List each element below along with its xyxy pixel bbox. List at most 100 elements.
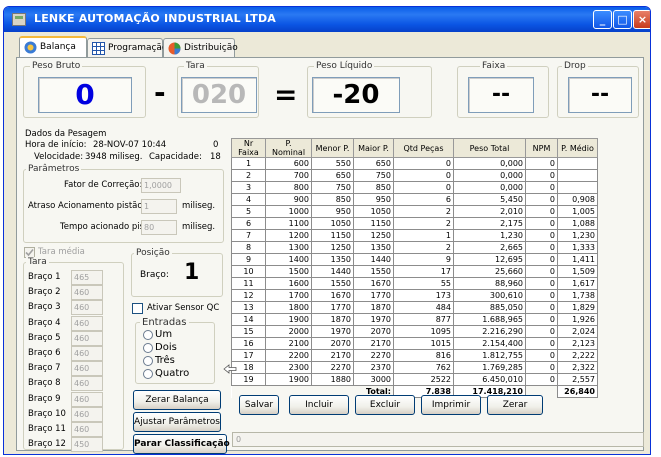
table-cell[interactable]: 1500	[265, 265, 312, 278]
title-bar[interactable]: LENKE AUTOMAÇÃO INDUSTRIAL LTDA _ □ ×	[4, 7, 650, 32]
table-cell[interactable]: 550	[311, 157, 354, 170]
table-cell[interactable]: 885,050	[453, 301, 526, 314]
tempo-field[interactable]: 80	[141, 220, 177, 235]
ajustar-parametros-button[interactable]: Ajustar Parâmetros	[133, 412, 221, 432]
table-row[interactable]: 15 2000 1970 2070 1095 2.216,290 0 2,024	[231, 325, 598, 338]
table-cell[interactable]: 173	[393, 289, 454, 302]
table-cell[interactable]: 1350	[311, 253, 354, 266]
radio-um[interactable]	[143, 330, 153, 340]
table-cell[interactable]: 16	[231, 337, 266, 350]
table-cell[interactable]: 1200	[265, 229, 312, 242]
table-row[interactable]: 6 1100 1050 1150 2 2,175 0 1,088	[231, 217, 598, 230]
table-cell[interactable]: 762	[393, 361, 454, 374]
table-cell[interactable]: 2.154,400	[453, 337, 526, 350]
table-cell[interactable]: 2,222	[557, 349, 598, 362]
table-cell[interactable]: 0	[525, 193, 558, 206]
table-cell[interactable]: 7	[231, 229, 266, 242]
braco-5-field[interactable]: 460	[71, 330, 103, 346]
radio-quatro[interactable]	[143, 369, 153, 379]
table-cell[interactable]: 0	[525, 229, 558, 242]
table-cell[interactable]: 5,450	[453, 193, 526, 206]
table-cell[interactable]: 0	[525, 169, 558, 182]
table-cell[interactable]: 2070	[353, 325, 394, 338]
table-cell[interactable]: 2170	[353, 337, 394, 350]
braco-4-field[interactable]: 460	[71, 315, 103, 331]
table-cell[interactable]: 6.450,010	[453, 373, 526, 386]
table-cell[interactable]: 0	[525, 373, 558, 386]
table-row[interactable]: 18 2300 2270 2370 762 1.769,285 0 2,322	[231, 361, 598, 374]
table-cell[interactable]: 25,660	[453, 265, 526, 278]
tab-balanca[interactable]: Balança	[19, 36, 87, 59]
table-cell[interactable]: 1100	[265, 217, 312, 230]
table-cell[interactable]: 0	[525, 253, 558, 266]
table-cell[interactable]: 1250	[311, 241, 354, 254]
table-cell[interactable]: 1	[393, 229, 454, 242]
table-cell[interactable]: 0	[393, 181, 454, 194]
table-cell[interactable]: 750	[311, 181, 354, 194]
table-row[interactable]: 3 800 750 850 0 0,000 0	[231, 181, 598, 194]
tab-distribuicao[interactable]: Distribuição	[163, 38, 238, 58]
excluir-button[interactable]: Excluir	[355, 395, 415, 415]
table-row[interactable]: 14 1900 1870 1970 877 1.688,965 0 1,926	[231, 313, 598, 326]
column-header[interactable]: P. Nominal	[265, 138, 312, 158]
table-cell[interactable]: 1,230	[453, 229, 526, 242]
zerar-button[interactable]: Zerar	[487, 395, 543, 415]
table-row[interactable]: 19 1900 1880 3000 2522 6.450,010 0 2,557	[231, 373, 598, 386]
table-cell[interactable]: 950	[311, 205, 354, 218]
table-cell[interactable]: 850	[311, 193, 354, 206]
table-cell[interactable]: 2	[393, 241, 454, 254]
table-cell[interactable]: 17	[231, 349, 266, 362]
table-cell[interactable]: 17	[393, 265, 454, 278]
column-header[interactable]: Nr Faixa	[231, 138, 266, 158]
table-cell[interactable]: 1870	[311, 313, 354, 326]
table-cell[interactable]: 877	[393, 313, 454, 326]
table-cell[interactable]: 0	[525, 205, 558, 218]
table-cell[interactable]: 1,926	[557, 313, 598, 326]
table-cell[interactable]: 0	[525, 277, 558, 290]
table-cell[interactable]: 1870	[353, 301, 394, 314]
table-cell[interactable]: 2,322	[557, 361, 598, 374]
table-cell[interactable]: 3000	[353, 373, 394, 386]
table-cell[interactable]: 850	[353, 181, 394, 194]
table-cell[interactable]	[557, 157, 598, 170]
table-cell[interactable]: 800	[265, 181, 312, 194]
tab-programacao[interactable]: Programação	[87, 38, 167, 58]
table-cell[interactable]: 1095	[393, 325, 454, 338]
table-cell[interactable]: 2300	[265, 361, 312, 374]
table-cell[interactable]: 1800	[265, 301, 312, 314]
table-cell[interactable]: 0,000	[453, 181, 526, 194]
table-cell[interactable]: 1,088	[557, 217, 598, 230]
table-cell[interactable]: 1150	[311, 229, 354, 242]
table-cell[interactable]: 2270	[311, 361, 354, 374]
table-row[interactable]: 2 700 650 750 0 0,000 0	[231, 169, 598, 182]
fator-field[interactable]: 1,0000	[141, 178, 181, 193]
column-header[interactable]: Menor P.	[311, 138, 354, 158]
faixas-table[interactable]: Nr Faixa P. Nominal Menor P. Maior P. Qtd Pe…	[231, 138, 598, 398]
table-cell[interactable]: 1350	[353, 241, 394, 254]
table-cell[interactable]: 1,230	[557, 229, 598, 242]
table-cell[interactable]: 6	[231, 217, 266, 230]
table-row[interactable]: 5 1000 950 1050 2 2,010 0 1,005	[231, 205, 598, 218]
table-cell[interactable]: 1050	[311, 217, 354, 230]
table-cell[interactable]: 1600	[265, 277, 312, 290]
table-cell[interactable]: 2370	[353, 361, 394, 374]
table-row[interactable]: 1 600 550 650 0 0,000 0	[231, 157, 598, 170]
table-cell[interactable]: 5	[231, 205, 266, 218]
braco-2-field[interactable]: 460	[71, 285, 103, 301]
table-cell[interactable]: 0	[525, 325, 558, 338]
braco-1-field[interactable]: 465	[71, 270, 103, 285]
table-cell[interactable]: 1,829	[557, 301, 598, 314]
table-cell[interactable]: 1250	[353, 229, 394, 242]
table-cell[interactable]: 2	[393, 205, 454, 218]
table-cell[interactable]: 2,024	[557, 325, 598, 338]
zerar-balanca-button[interactable]: Zerar Balança	[133, 390, 221, 410]
table-cell[interactable]: 8	[231, 241, 266, 254]
braco-11-field[interactable]: 460	[71, 422, 103, 437]
table-cell[interactable]: 2,010	[453, 205, 526, 218]
imprimir-button[interactable]: Imprimir	[421, 395, 481, 415]
table-cell[interactable]: 1770	[353, 289, 394, 302]
table-cell[interactable]: 1880	[311, 373, 354, 386]
table-cell[interactable]: 1,333	[557, 241, 598, 254]
table-cell[interactable]: 4	[231, 193, 266, 206]
table-row[interactable]: 12 1700 1670 1770 173 300,610 0 1,738	[231, 289, 598, 302]
